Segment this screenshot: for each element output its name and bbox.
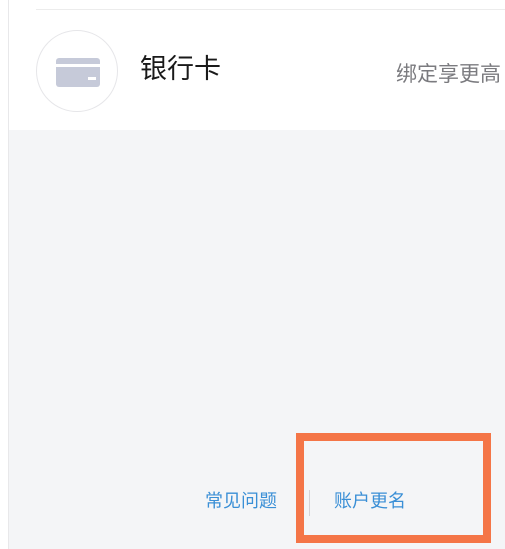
left-panel-edge	[0, 0, 9, 549]
page: 银行卡 绑定享更高 常见问题 账户更名	[0, 0, 505, 549]
bank-card-hint[interactable]: 绑定享更高	[396, 60, 501, 88]
divider	[36, 9, 505, 10]
faq-link[interactable]: 常见问题	[205, 488, 277, 516]
bank-card-icon	[36, 30, 118, 112]
bank-card-icon-graphic	[56, 58, 100, 87]
highlight-box	[296, 433, 491, 543]
bank-card-title[interactable]: 银行卡	[140, 52, 221, 88]
